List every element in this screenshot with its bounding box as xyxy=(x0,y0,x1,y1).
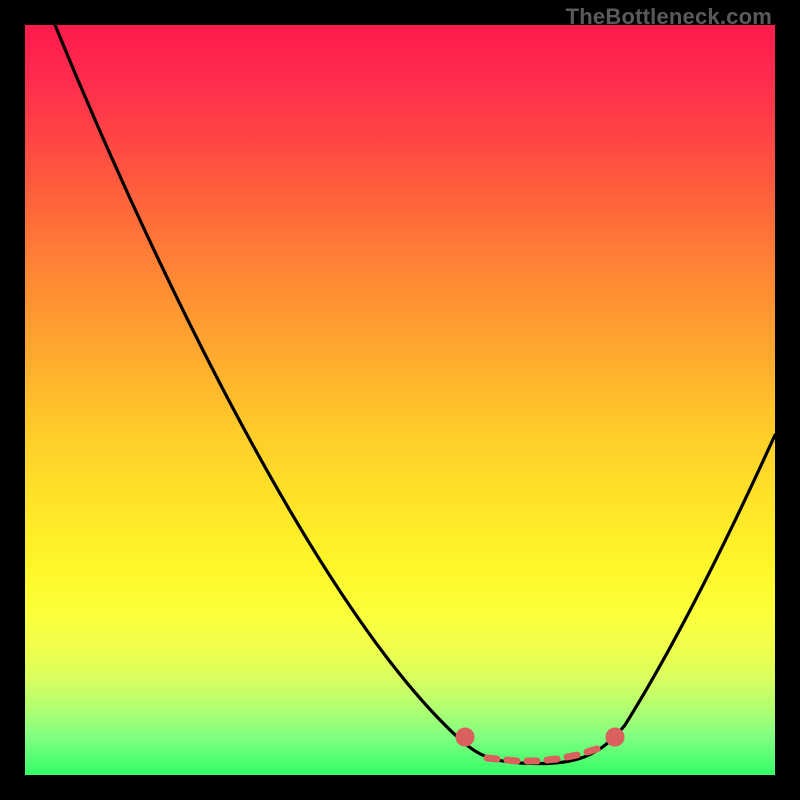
chart-container: TheBottleneck.com xyxy=(0,0,800,800)
curve-layer xyxy=(25,25,775,775)
bottleneck-curve xyxy=(55,25,775,764)
watermark-text: TheBottleneck.com xyxy=(566,4,772,30)
